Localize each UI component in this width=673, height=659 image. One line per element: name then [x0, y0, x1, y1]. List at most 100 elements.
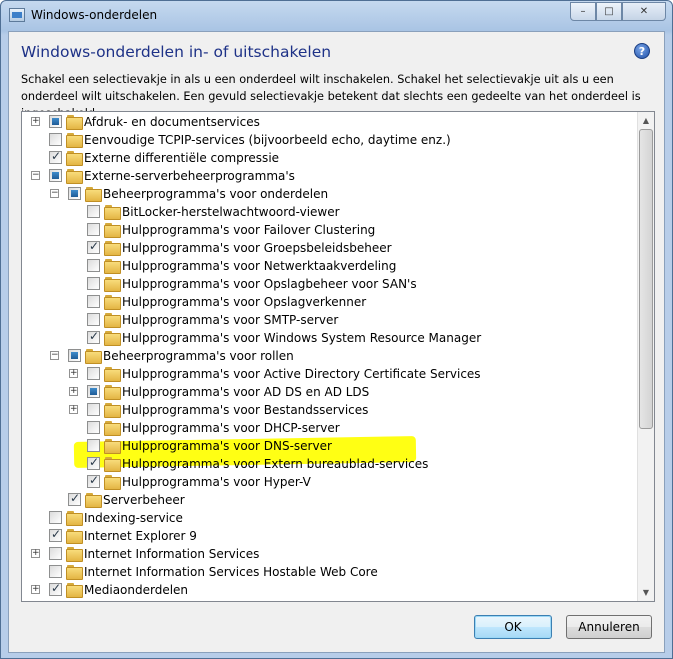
scroll-down-arrow[interactable]: ▼ — [638, 584, 654, 601]
minimize-button[interactable]: – — [570, 2, 596, 21]
tree-row[interactable]: − Beheerprogramma's voor rollen — [22, 347, 634, 365]
folder-icon — [66, 529, 83, 544]
collapse-icon[interactable]: − — [31, 171, 40, 180]
maximize-button[interactable]: □ — [596, 2, 622, 21]
window-icon — [9, 8, 25, 22]
feature-checkbox[interactable] — [49, 565, 62, 578]
feature-checkbox[interactable] — [49, 547, 62, 560]
feature-checkbox[interactable] — [87, 455, 100, 470]
tree-row[interactable]: Hulpprogramma's voor Failover Clustering — [22, 221, 634, 239]
folder-icon — [104, 385, 121, 400]
tree-row[interactable]: Hulpprogramma's voor Netwerktaakverdelin… — [22, 257, 634, 275]
tree-row[interactable]: + Internet Information Services — [22, 545, 634, 563]
collapse-icon[interactable]: − — [50, 351, 59, 360]
expand-icon[interactable]: + — [69, 387, 78, 396]
feature-checkbox[interactable] — [87, 239, 100, 254]
feature-checkbox[interactable] — [87, 313, 100, 326]
feature-label: Internet Information Services — [84, 547, 260, 561]
feature-checkbox[interactable] — [49, 581, 62, 596]
tree-row[interactable]: Externe differentiële compressie — [22, 149, 634, 167]
feature-label: BitLocker-herstelwachtwoord-viewer — [122, 205, 340, 219]
folder-icon — [85, 349, 102, 364]
feature-checkbox[interactable] — [87, 403, 100, 416]
feature-checkbox[interactable] — [49, 527, 62, 542]
feature-label: Indexing-service — [84, 511, 183, 525]
feature-checkbox[interactable] — [49, 115, 62, 128]
tree-row[interactable]: Hulpprogramma's voor Windows System Reso… — [22, 329, 634, 347]
folder-icon — [104, 331, 121, 346]
tree-row[interactable]: Hulpprogramma's voor SMTP-server — [22, 311, 634, 329]
tree-row[interactable]: − Beheerprogramma's voor onderdelen — [22, 185, 634, 203]
feature-checkbox[interactable] — [87, 295, 100, 308]
tree-row[interactable]: Hulpprogramma's voor Opslagverkenner — [22, 293, 634, 311]
folder-icon — [66, 133, 83, 148]
scroll-up-arrow[interactable]: ▲ — [638, 112, 654, 129]
feature-label: Hulpprogramma's voor Opslagbeheer voor S… — [122, 277, 417, 291]
folder-icon — [104, 403, 121, 418]
tree-row[interactable]: Hulpprogramma's voor DNS-server — [22, 437, 634, 455]
feature-checkbox[interactable] — [87, 277, 100, 290]
feature-checkbox[interactable] — [49, 149, 62, 164]
tree-row[interactable]: + Hulpprogramma's voor Bestandsservices — [22, 401, 634, 419]
tree-row[interactable]: Hulpprogramma's voor Hyper-V — [22, 473, 634, 491]
expand-icon[interactable]: + — [31, 117, 40, 126]
expand-icon[interactable]: + — [31, 549, 40, 558]
scroll-thumb[interactable] — [639, 129, 653, 429]
feature-checkbox[interactable] — [87, 259, 100, 272]
folder-icon — [104, 457, 121, 472]
tree-row[interactable]: Hulpprogramma's voor Opslagbeheer voor S… — [22, 275, 634, 293]
folder-icon — [66, 601, 82, 602]
feature-label: Eenvoudige TCPIP-services (bijvoorbeeld … — [84, 133, 451, 147]
feature-label: Internet Explorer 9 — [84, 529, 197, 543]
tree-row[interactable]: Hulpprogramma's voor Groepsbeleidsbeheer — [22, 239, 634, 257]
expand-icon[interactable]: + — [69, 405, 78, 414]
tree-row[interactable]: BitLocker-herstelwachtwoord-viewer — [22, 203, 634, 221]
tree-row[interactable]: Serverbeheer — [22, 491, 634, 509]
folder-icon — [104, 313, 121, 328]
feature-label: Hulpprogramma's voor AD DS en AD LDS — [122, 385, 370, 399]
tree-row[interactable]: Internet Information Services Hostable W… — [22, 563, 634, 581]
vertical-scrollbar[interactable]: ▲ ▼ — [637, 112, 654, 601]
feature-checkbox[interactable] — [49, 601, 62, 602]
feature-checkbox[interactable] — [49, 511, 62, 524]
feature-label: Hulpprogramma's voor Opslagverkenner — [122, 295, 367, 309]
feature-checkbox[interactable] — [49, 133, 62, 146]
feature-checkbox[interactable] — [68, 187, 81, 200]
expand-icon[interactable]: + — [69, 369, 78, 378]
tree-row[interactable]: + Afdruk- en documentservices — [22, 113, 634, 131]
tree-row[interactable]: Hulpprogramma's voor DHCP-server — [22, 419, 634, 437]
collapse-icon[interactable]: − — [50, 189, 59, 198]
feature-checkbox[interactable] — [87, 439, 100, 452]
tree-row[interactable]: Internet Explorer 9 — [22, 527, 634, 545]
feature-checkbox[interactable] — [87, 367, 100, 380]
tree-row[interactable]: + Mediaonderdelen — [22, 581, 634, 599]
feature-checkbox[interactable] — [68, 491, 81, 506]
tree-row[interactable]: Hulpprogramma's voor Extern bureaublad-s… — [22, 455, 634, 473]
dialog-client: Windows-onderdelen in- of uitschakelen ?… — [8, 31, 665, 653]
tree-row[interactable]: Eenvoudige TCPIP-services (bijvoorbeeld … — [22, 131, 634, 149]
feature-label: Mediaonderdelen — [84, 583, 189, 597]
feature-checkbox[interactable] — [68, 349, 81, 362]
folder-icon — [104, 205, 121, 220]
cancel-button[interactable]: Annuleren — [566, 615, 652, 639]
feature-checkbox[interactable] — [87, 473, 100, 488]
tree-row[interactable]: − Externe-serverbeheerprogramma's — [22, 167, 634, 185]
tree-row[interactable]: + Hulpprogramma's voor AD DS en AD LDS — [22, 383, 634, 401]
tree-row[interactable]: + Hulpprogramma's voor Active Directory C… — [22, 365, 634, 383]
expand-icon[interactable]: + — [31, 585, 40, 594]
close-button[interactable]: ✕ — [622, 2, 666, 21]
feature-checkbox[interactable] — [87, 205, 100, 218]
features-tree[interactable]: + Afdruk- en documentservices Eenvoudige T… — [21, 111, 655, 602]
tree-row[interactable]: +Microsoft .NET Framework 3.5.1 — [22, 599, 634, 602]
feature-checkbox[interactable] — [87, 385, 100, 398]
tree-row[interactable]: Indexing-service — [22, 509, 634, 527]
feature-label: Hulpprogramma's voor Groepsbeleidsbeheer — [122, 241, 392, 255]
feature-checkbox[interactable] — [87, 421, 100, 434]
title-bar[interactable]: Windows-onderdelen – □ ✕ — [1, 1, 672, 31]
feature-checkbox[interactable] — [87, 223, 100, 236]
feature-checkbox[interactable] — [87, 329, 100, 344]
help-icon[interactable]: ? — [634, 43, 650, 59]
folder-icon — [85, 493, 102, 508]
feature-checkbox[interactable] — [49, 169, 62, 182]
ok-button[interactable]: OK — [474, 615, 552, 639]
